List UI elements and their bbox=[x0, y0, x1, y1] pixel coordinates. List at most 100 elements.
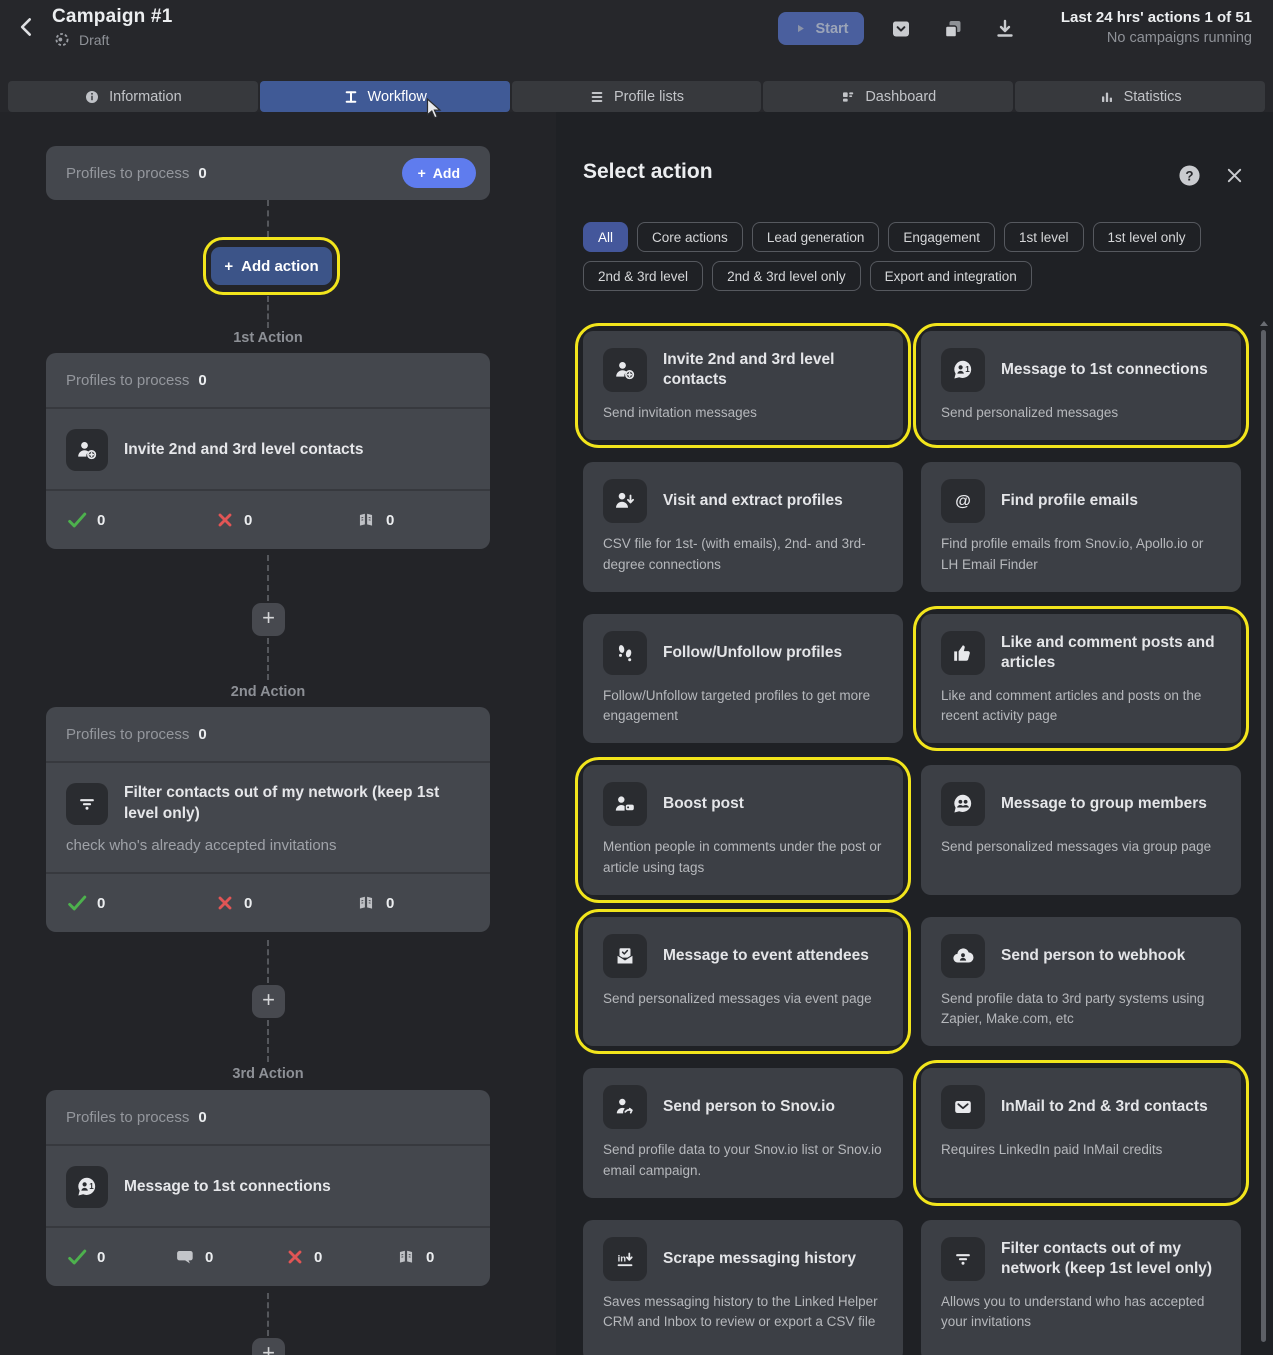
filter-chip-1st-level[interactable]: 1st level bbox=[1004, 222, 1084, 252]
tab-workflow[interactable]: Workflow bbox=[260, 81, 510, 112]
successful-counter: 0 bbox=[66, 874, 105, 932]
action-card-message-event[interactable]: Message to event attendees Send personal… bbox=[583, 917, 903, 1047]
visit-extract-icon bbox=[603, 479, 647, 523]
invite-person-add-icon bbox=[66, 429, 108, 471]
successful-counter: 0 bbox=[66, 491, 105, 549]
check-icon bbox=[66, 1246, 88, 1268]
svg-text:1: 1 bbox=[965, 365, 970, 374]
at-sign-icon: @ bbox=[941, 479, 985, 523]
step-order-label: 2nd Action bbox=[188, 684, 348, 700]
insert-action-button[interactable]: + bbox=[252, 985, 285, 1018]
action-card-grid: Invite 2nd and 3rd level contacts Send i… bbox=[583, 331, 1241, 1355]
tab-information[interactable]: Information bbox=[8, 81, 258, 112]
action-card-message-1st[interactable]: 1 Message to 1st connections Send person… bbox=[921, 331, 1241, 440]
start-button[interactable]: Start bbox=[778, 12, 864, 45]
tab-bar: Information Workflow Profile lists Dashb… bbox=[8, 81, 1265, 112]
close-icon[interactable] bbox=[1224, 165, 1245, 186]
cross-icon bbox=[215, 510, 235, 530]
action-card-follow-unfollow[interactable]: Follow/Unfollow profiles Follow/Unfollow… bbox=[583, 614, 903, 744]
scrollbar-up-arrow[interactable] bbox=[1260, 321, 1268, 326]
action-card-message-group[interactable]: Message to group members Send personaliz… bbox=[921, 765, 1241, 895]
page-title: Campaign #1 bbox=[52, 6, 172, 28]
archive-campaign-icon[interactable] bbox=[889, 17, 913, 41]
thumb-up-icon bbox=[941, 631, 985, 675]
filter-chip-lead-generation[interactable]: Lead generation bbox=[752, 222, 880, 252]
filter-chip-engagement[interactable]: Engagement bbox=[888, 222, 995, 252]
failed-counter: 0 bbox=[215, 491, 252, 549]
workflow-icon bbox=[343, 89, 359, 105]
action-card-find-emails[interactable]: @ Find profile emails Find profile email… bbox=[921, 462, 1241, 592]
tab-statistics[interactable]: Statistics bbox=[1015, 81, 1265, 112]
add-action-button[interactable]: + Add action bbox=[211, 247, 332, 285]
pages-icon bbox=[355, 509, 377, 531]
svg-text:1: 1 bbox=[89, 1182, 94, 1191]
action-card-inmail[interactable]: InMail to 2nd & 3rd contacts Requires Li… bbox=[921, 1068, 1241, 1198]
step-card-invite[interactable]: Profiles to process 0 Invite 2nd and 3rd… bbox=[46, 353, 490, 549]
insert-action-button[interactable]: + bbox=[252, 1338, 285, 1355]
event-envelope-icon bbox=[603, 934, 647, 978]
list-icon bbox=[589, 89, 605, 105]
last-actions-counter: Last 24 hrs' actions 1 of 51 bbox=[1061, 9, 1252, 26]
connector-line bbox=[267, 940, 269, 983]
connector-line bbox=[267, 1293, 269, 1336]
step-subtitle: check who's already accepted invitations bbox=[66, 837, 470, 854]
skipped-counter: 0 bbox=[395, 1228, 434, 1286]
step-order-label: 1st Action bbox=[188, 330, 348, 346]
info-icon bbox=[84, 89, 100, 105]
action-card-invite-2nd-3rd[interactable]: Invite 2nd and 3rd level contacts Send i… bbox=[583, 331, 903, 440]
action-card-snovio[interactable]: Send person to Snov.io Send profile data… bbox=[583, 1068, 903, 1198]
filter-chip-all[interactable]: All bbox=[583, 222, 628, 252]
plus-icon: + bbox=[224, 258, 233, 275]
skipped-counter: 0 bbox=[355, 491, 394, 549]
footprints-icon bbox=[603, 631, 647, 675]
add-profiles-button[interactable]: + Add bbox=[402, 158, 476, 188]
snovio-person-icon bbox=[603, 1085, 647, 1129]
filter-chip-1st-level-only[interactable]: 1st level only bbox=[1093, 222, 1201, 252]
bar-chart-icon bbox=[1099, 89, 1115, 105]
scrape-inbox-icon: in bbox=[603, 1237, 647, 1281]
check-icon bbox=[66, 892, 88, 914]
cross-icon bbox=[215, 893, 235, 913]
action-card-filter-network[interactable]: Filter contacts out of my network (keep … bbox=[921, 1220, 1241, 1355]
step-card-filter[interactable]: Profiles to process 0 Filter contacts ou… bbox=[46, 707, 490, 932]
help-icon[interactable]: ? bbox=[1178, 164, 1201, 187]
failed-counter: 0 bbox=[285, 1228, 322, 1286]
download-icon[interactable] bbox=[993, 17, 1017, 41]
filter-chip-export-integration[interactable]: Export and integration bbox=[870, 261, 1032, 291]
draft-status-icon bbox=[52, 31, 72, 49]
action-card-boost-post[interactable]: Boost post Mention people in comments un… bbox=[583, 765, 903, 895]
invite-person-add-icon bbox=[603, 348, 647, 392]
insert-action-button[interactable]: + bbox=[252, 603, 285, 636]
play-icon bbox=[793, 21, 808, 36]
filter-chip-2nd-3rd-level-only[interactable]: 2nd & 3rd level only bbox=[712, 261, 861, 291]
panel-title: Select action bbox=[583, 160, 713, 184]
duplicate-campaign-icon[interactable] bbox=[941, 17, 965, 41]
skipped-counter: 0 bbox=[355, 874, 394, 932]
plus-icon: + bbox=[418, 165, 426, 181]
tab-dashboard[interactable]: Dashboard bbox=[763, 81, 1013, 112]
svg-text:@: @ bbox=[955, 493, 971, 510]
action-card-visit-extract[interactable]: Visit and extract profiles CSV file for … bbox=[583, 462, 903, 592]
filter-chip-2nd-3rd-level[interactable]: 2nd & 3rd level bbox=[583, 261, 703, 291]
message-1st-icon: 1 bbox=[66, 1166, 108, 1208]
back-button[interactable] bbox=[14, 14, 40, 40]
action-card-like-comment[interactable]: Like and comment posts and articles Like… bbox=[921, 614, 1241, 744]
status-label: Draft bbox=[79, 32, 109, 48]
action-card-scrape-history[interactable]: in Scrape messaging history Saves messag… bbox=[583, 1220, 903, 1355]
campaign-status: Draft bbox=[52, 31, 109, 49]
pages-icon bbox=[355, 892, 377, 914]
svg-text:in: in bbox=[618, 1253, 627, 1264]
step-order-label: 3rd Action bbox=[188, 1066, 348, 1082]
step-card-message-1st[interactable]: Profiles to process 0 1 Message to 1st c… bbox=[46, 1090, 490, 1286]
add-action-highlight: + Add action bbox=[203, 237, 340, 295]
select-action-panel: Select action ? All Core actions Lead ge… bbox=[556, 112, 1273, 1355]
svg-text:?: ? bbox=[1185, 168, 1193, 183]
filter-chip-core-actions[interactable]: Core actions bbox=[637, 222, 743, 252]
replies-counter: 0 bbox=[175, 1228, 213, 1286]
check-icon bbox=[66, 509, 88, 531]
dashboard-icon bbox=[840, 89, 856, 105]
scrollbar-thumb[interactable] bbox=[1261, 330, 1266, 1342]
action-card-webhook[interactable]: Send person to webhook Send profile data… bbox=[921, 917, 1241, 1047]
failed-counter: 0 bbox=[215, 874, 252, 932]
tab-profile-lists[interactable]: Profile lists bbox=[512, 81, 762, 112]
